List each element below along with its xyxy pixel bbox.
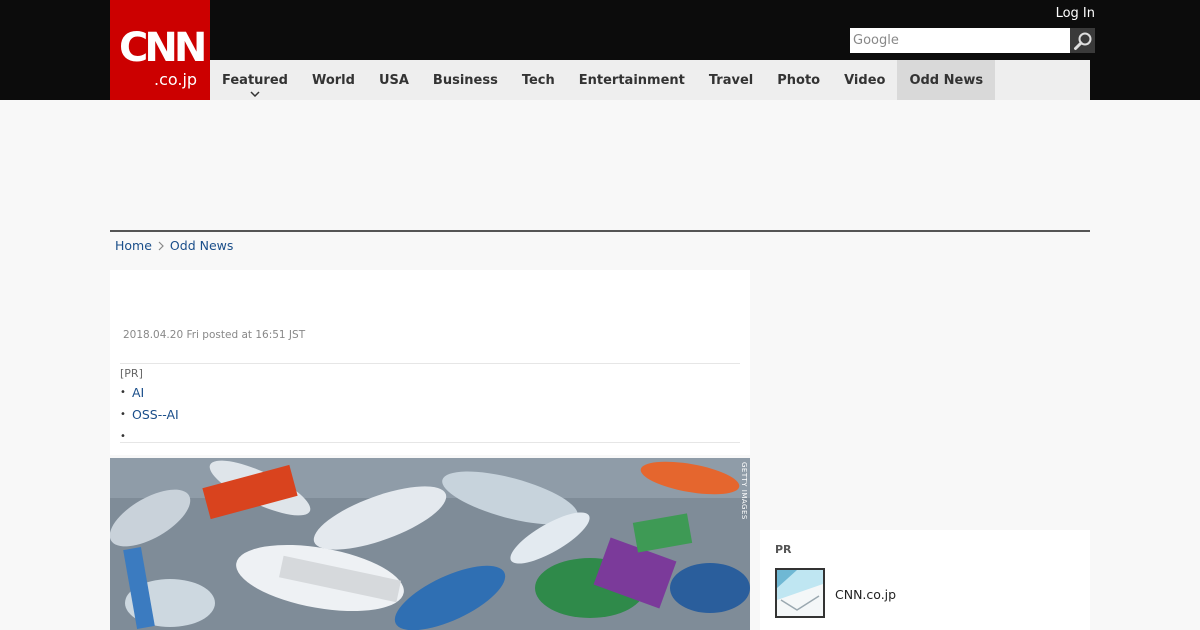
pr-link[interactable]: AI bbox=[132, 382, 144, 404]
chevron-down-icon bbox=[250, 91, 260, 97]
nav-item-label: Video bbox=[844, 72, 886, 88]
nav-item-travel[interactable]: Travel bbox=[697, 60, 765, 100]
bullet-icon: • bbox=[120, 431, 126, 442]
breadcrumb-home-link[interactable]: Home bbox=[115, 238, 152, 253]
nav-item-video[interactable]: Video bbox=[832, 60, 897, 100]
ad-banner-area bbox=[110, 100, 1090, 230]
image-credit: GETTY IMAGES bbox=[740, 462, 748, 520]
logo-sub-text: .co.jp bbox=[154, 70, 198, 89]
pr-link[interactable]: OSS--AI bbox=[132, 404, 179, 426]
list-item: • OSS--AI bbox=[120, 404, 740, 426]
list-item: • AI bbox=[120, 382, 740, 404]
sidebar-pr-label: PR bbox=[775, 543, 792, 556]
article-date: 2018.04.20 Fri posted at 16:51 JST bbox=[123, 329, 306, 341]
nav-item-label: Travel bbox=[708, 72, 754, 88]
nav-item-label: World bbox=[311, 72, 355, 88]
nav-item-business[interactable]: Business bbox=[421, 60, 510, 100]
chevron-right-icon bbox=[158, 241, 164, 251]
sidebar-pr-link[interactable]: CNN.co.jp bbox=[835, 587, 896, 602]
sidebar-pr-thumbnail[interactable] bbox=[775, 568, 825, 618]
nav-item-featured[interactable]: Featured bbox=[210, 60, 300, 100]
pr-link-list: • AI • OSS--AI • bbox=[120, 382, 740, 448]
pr-tag: [PR] bbox=[120, 367, 143, 380]
bullet-icon: • bbox=[120, 409, 126, 420]
nav-item-tech[interactable]: Tech bbox=[510, 60, 567, 100]
pr-block-divider bbox=[120, 442, 740, 443]
list-item: • bbox=[120, 426, 740, 448]
nav-item-label: USA bbox=[378, 72, 409, 88]
bullet-icon: • bbox=[120, 387, 126, 398]
nav-item-label: Tech bbox=[521, 72, 555, 88]
nav-item-world[interactable]: World bbox=[300, 60, 367, 100]
cnn-logo[interactable]: CNN .co.jp bbox=[110, 0, 210, 100]
main-nav: Featured World USA Business Tech Enterta… bbox=[210, 60, 1090, 100]
section-divider bbox=[110, 230, 1090, 232]
nav-item-usa[interactable]: USA bbox=[367, 60, 421, 100]
breadcrumb-current-link[interactable]: Odd News bbox=[170, 238, 233, 253]
nav-item-entertainment[interactable]: Entertainment bbox=[567, 60, 697, 100]
article-header-card: 2018.04.20 Fri posted at 16:51 JST [PR] … bbox=[110, 270, 750, 455]
nav-item-label: Odd News bbox=[909, 72, 984, 88]
sidebar-pr-card: PR CNN.co.jp bbox=[760, 530, 1090, 630]
search-input[interactable] bbox=[850, 28, 1070, 53]
login-link[interactable]: Log In bbox=[1056, 6, 1095, 21]
nav-item-photo[interactable]: Photo bbox=[765, 60, 832, 100]
nav-item-label: Business bbox=[432, 72, 498, 88]
pr-links-block: [PR] • AI • OSS--AI • bbox=[120, 363, 740, 448]
nav-item-label: Entertainment bbox=[578, 72, 685, 88]
nav-item-label: Featured bbox=[222, 72, 288, 88]
search-button[interactable] bbox=[1070, 28, 1095, 53]
plastic-bottles-image bbox=[110, 458, 750, 630]
logo-main-text: CNN bbox=[119, 25, 207, 71]
search-icon bbox=[1073, 32, 1091, 50]
article-hero-image: GETTY IMAGES bbox=[110, 458, 750, 630]
breadcrumb: Home Odd News bbox=[115, 238, 233, 253]
nav-item-odd-news[interactable]: Odd News bbox=[897, 60, 996, 100]
nav-item-label: Photo bbox=[777, 72, 821, 88]
envelope-icon bbox=[777, 570, 823, 616]
